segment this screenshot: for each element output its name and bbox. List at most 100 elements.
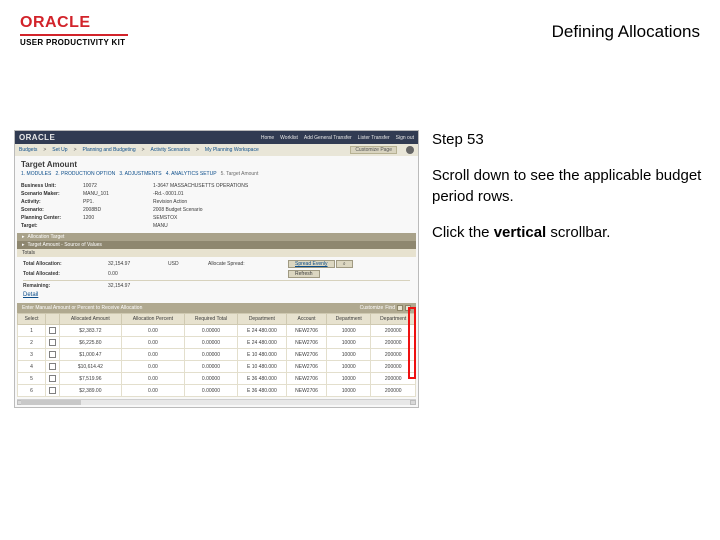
row-index: 3 <box>18 349 46 361</box>
bar-source-values[interactable]: Target Amount - Source of Values <box>17 241 416 249</box>
row-c3: 10000 <box>327 373 371 385</box>
kv-1-lbl: Scenario Maker: <box>21 191 83 197</box>
instruction-line-2: Click the vertical scrollbar. <box>432 223 702 243</box>
grid-header-row: Select Allocated Amount Allocation Perce… <box>18 314 416 325</box>
row-req: 0.00000 <box>185 337 238 349</box>
kv-1-v1: MANU_101 <box>83 191 153 197</box>
row-c1: E 24 480.000 <box>237 325 286 337</box>
row-c2: NEW2706 <box>287 361 327 373</box>
kv-4-lbl: Planning Center: <box>21 215 83 221</box>
row-c1: E 10 480.000 <box>237 361 286 373</box>
row-pct: 0.00 <box>121 373 185 385</box>
kv-4-v1: 1200 <box>83 215 153 221</box>
row-checkbox[interactable] <box>46 349 60 361</box>
row-c3: 10000 <box>327 337 371 349</box>
menu-signout[interactable]: Sign out <box>396 135 414 141</box>
trail-1[interactable]: 1. MODULES <box>21 171 51 177</box>
row-c3: 10000 <box>327 361 371 373</box>
menu-home[interactable]: Home <box>261 135 274 141</box>
row-req: 0.00000 <box>185 361 238 373</box>
bar-allocation-target[interactable]: Allocation Target <box>17 233 416 241</box>
table-row: 6$2,389.000.000.00000E 36 480.000NEW2706… <box>18 385 416 397</box>
tot-0-val: 32,154.97 <box>108 261 168 267</box>
row-c4: 200000 <box>371 337 416 349</box>
crumb-2[interactable]: Planning and Budgeting <box>83 147 136 153</box>
trail-2[interactable]: 2. PRODUCTION OPTION <box>55 171 115 177</box>
trail-3[interactable]: 3. ADJUSTMENTS <box>119 171 161 177</box>
app-brand: ORACLE <box>19 133 55 142</box>
menu-add-transfer[interactable]: Add General Transfer <box>304 135 352 141</box>
instr-2c: scrollbar. <box>546 224 610 241</box>
row-c4: 200000 <box>371 349 416 361</box>
bar-src-label: Target Amount - Source of Values <box>28 242 102 248</box>
row-pct: 0.00 <box>121 361 185 373</box>
app-topbar: ORACLE Home Worklist Add General Transfe… <box>15 131 418 144</box>
crumb-0[interactable]: Budgets <box>19 147 37 153</box>
row-c4: 200000 <box>371 373 416 385</box>
col-amt: Allocated Amount <box>60 314 122 325</box>
crumb-1[interactable]: Set Up <box>52 147 67 153</box>
grid-prev-icon[interactable] <box>397 305 403 311</box>
gear-icon[interactable] <box>406 146 414 154</box>
row-c4: 200000 <box>371 361 416 373</box>
spread-evenly-button[interactable]: Spread Evenly <box>288 260 335 268</box>
crumb-4[interactable]: My Planning Workspace <box>205 147 259 153</box>
navigation-trail: 1. MODULES 2. PRODUCTION OPTION 3. ADJUS… <box>15 171 418 181</box>
crumb-3[interactable]: Activity Scenarios <box>151 147 190 153</box>
refresh-button[interactable]: Refresh <box>288 270 320 278</box>
row-checkbox[interactable] <box>46 385 60 397</box>
customize-link[interactable]: Customize <box>360 305 384 311</box>
detail-title: Enter Manual Amount or Percent to Receiv… <box>22 305 142 311</box>
hscroll-thumb[interactable] <box>21 400 81 405</box>
row-amt: $2,383.72 <box>60 325 122 337</box>
row-req: 0.00000 <box>185 385 238 397</box>
row-req: 0.00000 <box>185 349 238 361</box>
kv-4-v2: SEMSTOX <box>153 215 412 221</box>
kv-5-v1 <box>83 223 153 229</box>
row-checkbox[interactable] <box>46 325 60 337</box>
detail-link[interactable]: Detail <box>23 292 38 298</box>
row-c2: NEW2706 <box>287 385 327 397</box>
instruction-panel: Step 53 Scroll down to see the applicabl… <box>432 130 702 259</box>
tot-2-lbl: Remaining: <box>23 283 108 289</box>
row-checkbox[interactable] <box>46 373 60 385</box>
find-link[interactable]: Find <box>385 305 395 311</box>
menu-lister-transfer[interactable]: Lister Transfer <box>358 135 390 141</box>
tot-0-extra: Allocate Spread: <box>208 261 288 267</box>
col-select: Select <box>18 314 46 325</box>
row-pct: 0.00 <box>121 337 185 349</box>
row-checkbox[interactable] <box>46 337 60 349</box>
table-row: 2$6,225.800.000.00000E 24 480.000NEW2706… <box>18 337 416 349</box>
row-index: 6 <box>18 385 46 397</box>
row-c2: NEW2706 <box>287 349 327 361</box>
kv-0-v1: 10072 <box>83 183 153 189</box>
kv-2-v2: Revision Action <box>153 199 412 205</box>
col-c2: Account <box>287 314 327 325</box>
row-pct: 0.00 <box>121 385 185 397</box>
customize-page-button[interactable]: Customize Page <box>350 146 397 154</box>
col-chk <box>46 314 60 325</box>
tot-1-lbl: Total Allocated: <box>23 271 108 277</box>
grid-next-icon[interactable] <box>405 305 411 311</box>
horizontal-scrollbar[interactable] <box>17 399 416 405</box>
row-pct: 0.00 <box>121 349 185 361</box>
row-c1: E 36 480.000 <box>237 373 286 385</box>
row-index: 2 <box>18 337 46 349</box>
logo-brand: ORACLE <box>20 14 128 32</box>
menu-worklist[interactable]: Worklist <box>280 135 298 141</box>
hscroll-right-cap[interactable] <box>410 400 416 405</box>
kv-0-v2: 1-3647 MASSACHUSETTS OPERATIONS <box>153 183 412 189</box>
row-amt: $6,225.80 <box>60 337 122 349</box>
row-c1: E 24 480.000 <box>237 337 286 349</box>
kv-3-lbl: Scenario: <box>21 207 83 213</box>
lookup-icon[interactable]: ⌕ <box>336 260 353 268</box>
row-checkbox[interactable] <box>46 361 60 373</box>
col-c1: Department <box>237 314 286 325</box>
allocation-grid: Select Allocated Amount Allocation Perce… <box>17 313 416 397</box>
trail-4[interactable]: 4. ANALYTICS SETUP <box>166 171 217 177</box>
kv-0-lbl: Business Unit: <box>21 183 83 189</box>
kv-5-v2: MANU <box>153 223 412 229</box>
step-label: Step 53 <box>432 130 702 150</box>
row-c3: 10000 <box>327 349 371 361</box>
trail-current: 5. Target Amount <box>221 171 259 177</box>
